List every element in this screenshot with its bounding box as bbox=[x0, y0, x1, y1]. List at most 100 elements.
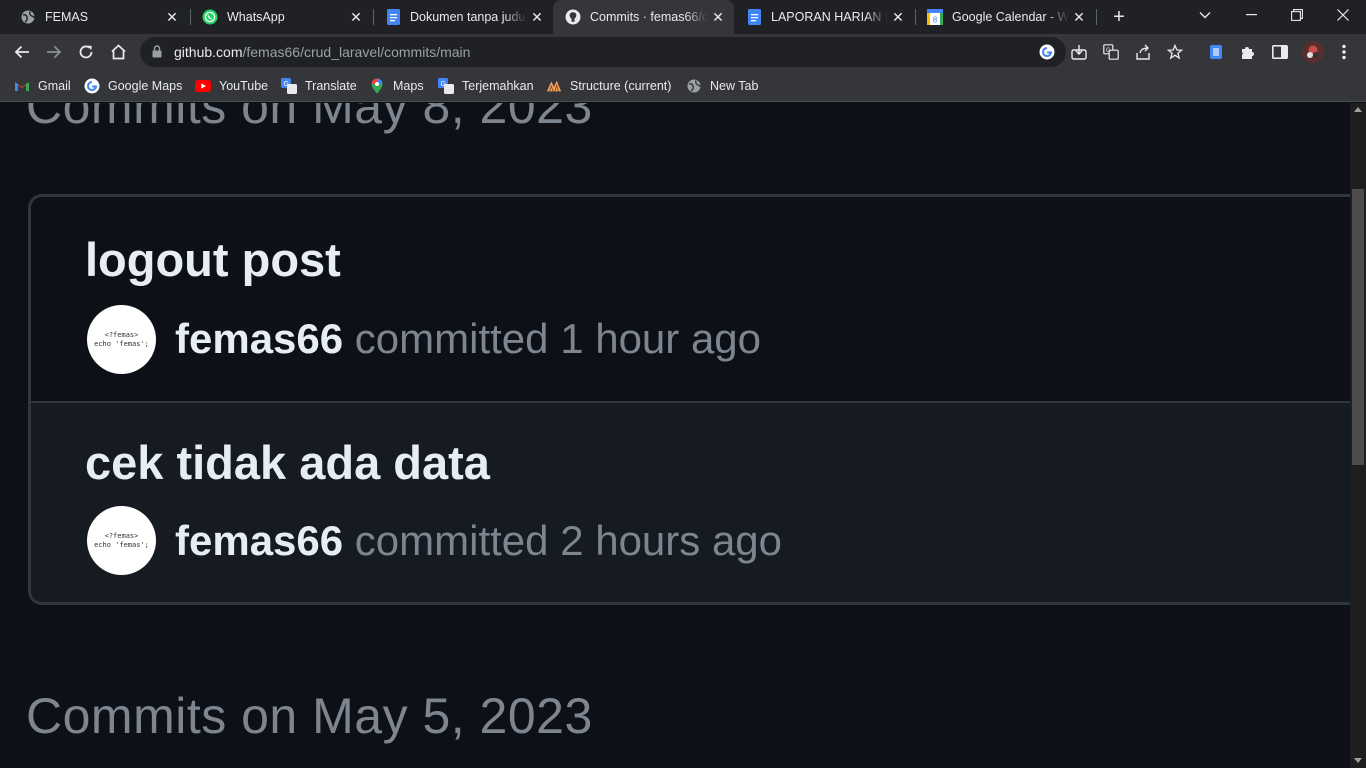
bookmark-maps[interactable]: Maps bbox=[369, 76, 424, 96]
bookmark-label: Google Maps bbox=[108, 79, 183, 93]
home-button[interactable] bbox=[104, 38, 132, 66]
commit-meta: femas66 committed 1 hour ago bbox=[175, 315, 761, 363]
google-lens-icon[interactable] bbox=[1038, 43, 1056, 61]
side-panel-icon[interactable] bbox=[1270, 42, 1290, 62]
restore-button[interactable] bbox=[1274, 0, 1320, 30]
tab-close-icon[interactable]: ✕ bbox=[162, 7, 182, 27]
bookmark-new-tab[interactable]: New Tab bbox=[686, 76, 758, 96]
lock-icon[interactable] bbox=[152, 45, 162, 63]
tab-close-icon[interactable]: ✕ bbox=[708, 7, 728, 27]
new-tab-button[interactable]: + bbox=[1107, 5, 1131, 29]
kebab-menu-icon[interactable] bbox=[1334, 42, 1354, 62]
tab-close-icon[interactable]: ✕ bbox=[346, 7, 366, 27]
url-text[interactable]: github.com/femas66/crud_laravel/commits/… bbox=[174, 44, 470, 60]
reload-button[interactable] bbox=[72, 38, 100, 66]
back-button[interactable] bbox=[8, 38, 36, 66]
bookmark-translate[interactable]: G Translate bbox=[281, 76, 357, 96]
bookmark-label: Gmail bbox=[38, 79, 71, 93]
bookmark-structure[interactable]: Structure (current) bbox=[546, 76, 671, 96]
commit-author-link[interactable]: femas66 bbox=[175, 315, 343, 362]
tab-title: LAPORAN HARIAN INDUSTRI bbox=[771, 10, 888, 24]
page-scrollbar[interactable] bbox=[1350, 103, 1366, 768]
puzzle-icon[interactable] bbox=[1238, 42, 1258, 62]
tab-dokumen[interactable]: Dokumen tanpa judul ✕ bbox=[373, 0, 553, 34]
svg-text:G: G bbox=[1106, 48, 1111, 54]
profile-avatar-icon[interactable] bbox=[1302, 41, 1324, 63]
commit-row: logout post <?femas> echo 'femas'; femas6… bbox=[31, 197, 1350, 403]
bookmark-terjemahkan[interactable]: G Terjemahkan bbox=[438, 76, 534, 96]
tab-title: Dokumen tanpa judul bbox=[410, 10, 527, 24]
commit-action: committed bbox=[354, 517, 549, 564]
google-icon bbox=[84, 78, 100, 94]
bookmark-star-icon[interactable] bbox=[1166, 43, 1184, 61]
address-bar[interactable]: github.com/femas66/crud_laravel/commits/… bbox=[140, 37, 1183, 67]
chevron-down-icon bbox=[1199, 12, 1211, 19]
tab-title: WhatsApp bbox=[227, 10, 285, 24]
author-avatar[interactable]: <?femas> echo 'femas'; bbox=[87, 506, 156, 575]
scrollbar-thumb[interactable] bbox=[1352, 189, 1364, 465]
commit-meta: femas66 committed 2 hours ago bbox=[175, 517, 782, 565]
tab-search-button[interactable] bbox=[1182, 0, 1228, 30]
commit-row: cek tidak ada data <?femas> echo 'femas';… bbox=[31, 403, 1350, 602]
install-icon[interactable] bbox=[1070, 43, 1088, 61]
bookmark-label: YouTube bbox=[219, 79, 269, 93]
tab-close-icon[interactable]: ✕ bbox=[527, 7, 547, 27]
scroll-up-arrow-icon[interactable] bbox=[1354, 107, 1362, 112]
google-docs-icon bbox=[385, 9, 401, 25]
url-path: /femas66/crud_laravel/commits/main bbox=[242, 44, 471, 60]
commit-author-link[interactable]: femas66 bbox=[175, 517, 343, 564]
bookmark-gmail[interactable]: Gmail bbox=[14, 76, 71, 96]
scroll-down-arrow-icon[interactable] bbox=[1354, 758, 1362, 763]
bookmark-label: New Tab bbox=[710, 79, 759, 93]
structure-icon bbox=[546, 78, 562, 94]
youtube-icon bbox=[195, 78, 211, 94]
browser-toolbar: github.com/femas66/crud_laravel/commits/… bbox=[0, 34, 1366, 70]
commit-message-link[interactable]: cek tidak ada data bbox=[85, 435, 490, 490]
github-icon bbox=[565, 9, 581, 25]
commit-action: committed bbox=[354, 315, 549, 362]
restore-icon bbox=[1291, 9, 1303, 21]
commit-time[interactable]: 1 hour ago bbox=[560, 315, 761, 362]
forward-button[interactable] bbox=[40, 38, 68, 66]
chrome-globe-icon bbox=[686, 78, 702, 94]
translate-page-icon[interactable]: G bbox=[1102, 43, 1120, 61]
close-window-button[interactable] bbox=[1320, 0, 1366, 30]
bookmark-google-maps[interactable]: Google Maps bbox=[84, 76, 182, 96]
minimize-button[interactable] bbox=[1228, 0, 1274, 30]
tab-calendar[interactable]: 8 Google Calendar - Week ✕ bbox=[915, 0, 1095, 34]
svg-text:G: G bbox=[284, 81, 289, 88]
share-icon[interactable] bbox=[1134, 43, 1152, 61]
whatsapp-icon bbox=[202, 9, 218, 25]
bookmark-label: Structure (current) bbox=[570, 79, 672, 93]
arrow-left-icon bbox=[14, 45, 29, 59]
minimize-icon bbox=[1245, 14, 1257, 16]
translate-icon: G bbox=[281, 78, 297, 94]
tab-title: Google Calendar - Week bbox=[952, 10, 1069, 24]
bookmarks-bar: Gmail Google Maps YouTube G Translate Ma… bbox=[0, 70, 1366, 102]
tab-close-icon[interactable]: ✕ bbox=[888, 7, 908, 27]
chrome-globe-icon bbox=[20, 9, 36, 25]
url-host: github.com bbox=[174, 44, 243, 60]
author-avatar[interactable]: <?femas> echo 'femas'; bbox=[87, 305, 156, 374]
tab-title: FEMAS bbox=[45, 10, 89, 24]
tab-whatsapp[interactable]: WhatsApp ✕ bbox=[190, 0, 372, 34]
tab-commits[interactable]: Commits · femas66/crud_laravel ✕ bbox=[553, 0, 734, 34]
commit-message-link[interactable]: logout post bbox=[85, 232, 341, 287]
tab-femas[interactable]: FEMAS ✕ bbox=[8, 0, 188, 34]
arrow-right-icon bbox=[47, 45, 62, 59]
extension-icon[interactable] bbox=[1206, 42, 1226, 62]
gmail-icon bbox=[14, 78, 30, 94]
tab-close-icon[interactable]: ✕ bbox=[1069, 7, 1089, 27]
commit-group-heading: Commits on May 5, 2023 bbox=[26, 688, 593, 744]
google-docs-icon bbox=[746, 9, 762, 25]
svg-text:8: 8 bbox=[933, 16, 938, 25]
close-icon bbox=[1337, 9, 1349, 21]
bookmark-youtube[interactable]: YouTube bbox=[195, 76, 268, 96]
bookmark-label: Translate bbox=[305, 79, 357, 93]
home-icon bbox=[110, 44, 126, 60]
commit-time[interactable]: 2 hours ago bbox=[560, 517, 782, 564]
tab-laporan[interactable]: LAPORAN HARIAN INDUSTRI ✕ bbox=[734, 0, 914, 34]
bookmark-label: Maps bbox=[393, 79, 424, 93]
avatar-image-text: <?femas> echo 'femas'; bbox=[94, 531, 149, 549]
tab-divider bbox=[1096, 9, 1097, 25]
